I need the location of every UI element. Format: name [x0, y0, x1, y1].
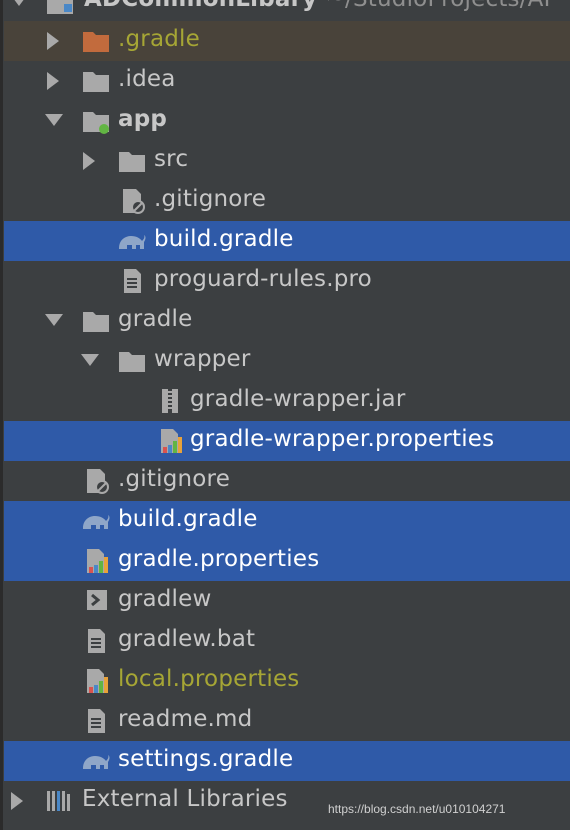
- tree-item-gradlew-bat[interactable]: gradlew.bat: [4, 621, 570, 661]
- folder-icon: [118, 348, 146, 374]
- chevron-right-icon[interactable]: [47, 72, 59, 90]
- project-tree: ADCommonLibary ~/StudioProjects/AI .grad…: [0, 0, 570, 830]
- tree-item-readme[interactable]: readme.md: [4, 701, 570, 741]
- tree-item-gradlew[interactable]: gradlew: [4, 581, 570, 621]
- tree-item-label: proguard-rules.pro: [154, 266, 372, 292]
- tree-item-label: .gitignore: [154, 186, 267, 212]
- tree-item-wrapper-properties[interactable]: gradle-wrapper.properties: [4, 421, 570, 461]
- libraries-icon: [46, 788, 74, 814]
- tree-item-gradle-folder[interactable]: gradle: [4, 301, 570, 341]
- tree-item-label: External Libraries: [82, 786, 288, 812]
- module-folder-icon: [82, 108, 110, 134]
- tree-item-label: settings.gradle: [118, 746, 294, 772]
- folder-icon: [118, 148, 146, 174]
- tree-item-label: app: [118, 106, 168, 132]
- folder-icon: [82, 68, 110, 94]
- tree-item-label: build.gradle: [154, 226, 294, 252]
- tree-item-label: gradle.properties: [118, 546, 320, 572]
- tree-item-local-properties[interactable]: local.properties: [4, 661, 570, 701]
- tree-item-dot-gradle[interactable]: .gradle: [4, 21, 570, 61]
- tree-gutter: [0, 0, 3, 830]
- archive-file-icon: [158, 388, 186, 414]
- tree-root-row[interactable]: ADCommonLibary ~/StudioProjects/AI: [4, 0, 570, 20]
- module-folder-icon: [46, 0, 74, 16]
- text-file-icon: [120, 268, 148, 294]
- properties-file-icon: [158, 428, 186, 454]
- chevron-down-icon[interactable]: [10, 0, 28, 6]
- tree-item-label: gradlew: [118, 586, 212, 612]
- watermark-text: https://blog.csdn.net/u010104271: [328, 802, 506, 816]
- tree-item-label: wrapper: [154, 346, 251, 372]
- tree-item-wrapper-jar[interactable]: gradle-wrapper.jar: [4, 381, 570, 421]
- tree-item-app-build-gradle[interactable]: build.gradle: [4, 221, 570, 261]
- properties-file-icon: [84, 548, 112, 574]
- chevron-down-icon[interactable]: [45, 314, 63, 326]
- gradle-elephant-icon: [80, 748, 110, 774]
- chevron-down-icon[interactable]: [45, 114, 63, 126]
- tree-item-label: gradlew.bat: [118, 626, 256, 652]
- tree-item-app[interactable]: app: [4, 101, 570, 141]
- ignored-file-icon: [84, 468, 112, 494]
- tree-item-wrapper[interactable]: wrapper: [4, 341, 570, 381]
- root-project-path: ~/StudioProjects/AI: [326, 0, 551, 12]
- text-file-icon: [84, 708, 112, 734]
- tree-item-settings-gradle[interactable]: settings.gradle: [4, 741, 570, 781]
- tree-item-gradle-properties[interactable]: gradle.properties: [4, 541, 570, 581]
- properties-file-icon: [84, 668, 112, 694]
- chevron-right-icon[interactable]: [47, 32, 59, 50]
- tree-item-label: gradle-wrapper.jar: [190, 386, 406, 412]
- tree-item-label: .gradle: [118, 26, 201, 52]
- text-file-icon: [84, 628, 112, 654]
- folder-icon: [82, 308, 110, 334]
- chevron-right-icon[interactable]: [11, 792, 23, 810]
- tree-item-label: build.gradle: [118, 506, 258, 532]
- gradle-elephant-icon: [80, 508, 110, 534]
- tree-item-proguard[interactable]: proguard-rules.pro: [4, 261, 570, 301]
- tree-item-root-build-gradle[interactable]: build.gradle: [4, 501, 570, 541]
- root-project-name: ADCommonLibary: [84, 0, 317, 12]
- tree-item-label: src: [154, 146, 189, 172]
- chevron-right-icon[interactable]: [83, 152, 95, 170]
- tree-item-label: .idea: [118, 66, 176, 92]
- tree-item-label: .gitignore: [118, 466, 231, 492]
- excluded-folder-icon: [82, 28, 110, 54]
- chevron-down-icon[interactable]: [81, 354, 99, 366]
- ignored-file-icon: [120, 188, 148, 214]
- tree-item-label: local.properties: [118, 666, 300, 692]
- tree-item-idea[interactable]: .idea: [4, 61, 570, 101]
- tree-item-label: readme.md: [118, 706, 253, 732]
- tree-item-gitignore[interactable]: .gitignore: [4, 181, 570, 221]
- gradle-elephant-icon: [116, 228, 146, 254]
- tree-item-src[interactable]: src: [4, 141, 570, 181]
- tree-item-root-gitignore[interactable]: .gitignore: [4, 461, 570, 501]
- tree-item-label: gradle-wrapper.properties: [190, 426, 495, 452]
- shell-script-icon: [84, 588, 112, 614]
- tree-item-label: gradle: [118, 306, 193, 332]
